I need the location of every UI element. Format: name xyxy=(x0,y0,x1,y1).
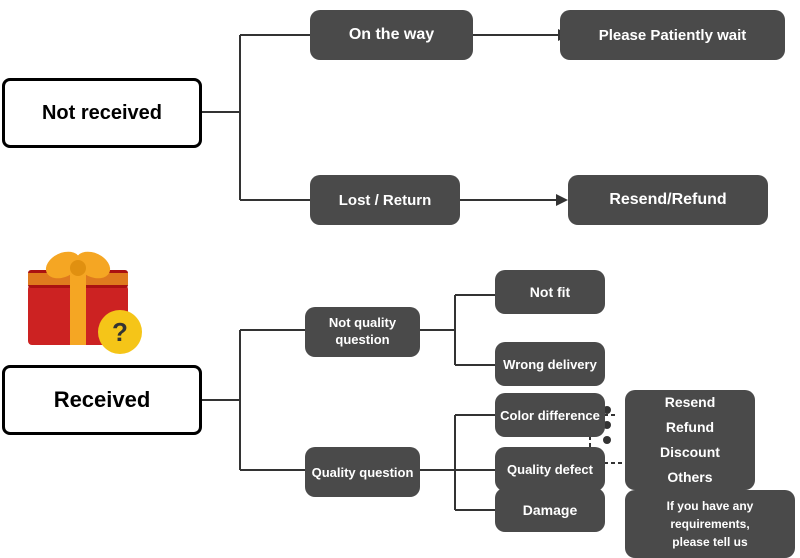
options-box: ResendRefundDiscountOthers xyxy=(625,390,755,490)
color-difference-box: Color difference xyxy=(495,393,605,437)
not-quality-label: Not qualityquestion xyxy=(329,315,396,349)
not-quality-box: Not qualityquestion xyxy=(305,307,420,357)
not-fit-box: Not fit xyxy=(495,270,605,314)
quality-question-box: Quality question xyxy=(305,447,420,497)
on-the-way-box: On the way xyxy=(310,10,473,60)
options-label: ResendRefundDiscountOthers xyxy=(660,390,720,491)
damage-box: Damage xyxy=(495,488,605,532)
requirements-box: If you have anyrequirements,please tell … xyxy=(625,490,795,558)
wrong-delivery-box: Wrong delivery xyxy=(495,342,605,386)
resend-refund-top-box: Resend/Refund xyxy=(568,175,768,225)
question-badge: ? xyxy=(98,310,142,354)
diagram: Not received On the way Please Patiently… xyxy=(0,0,800,533)
received-box: Received xyxy=(2,365,202,435)
please-wait-box: Please Patiently wait xyxy=(560,10,785,60)
quality-defect-box: Quality defect xyxy=(495,447,605,491)
lost-return-box: Lost / Return xyxy=(310,175,460,225)
not-received-box: Not received xyxy=(2,78,202,148)
requirements-label: If you have anyrequirements,please tell … xyxy=(667,497,754,551)
